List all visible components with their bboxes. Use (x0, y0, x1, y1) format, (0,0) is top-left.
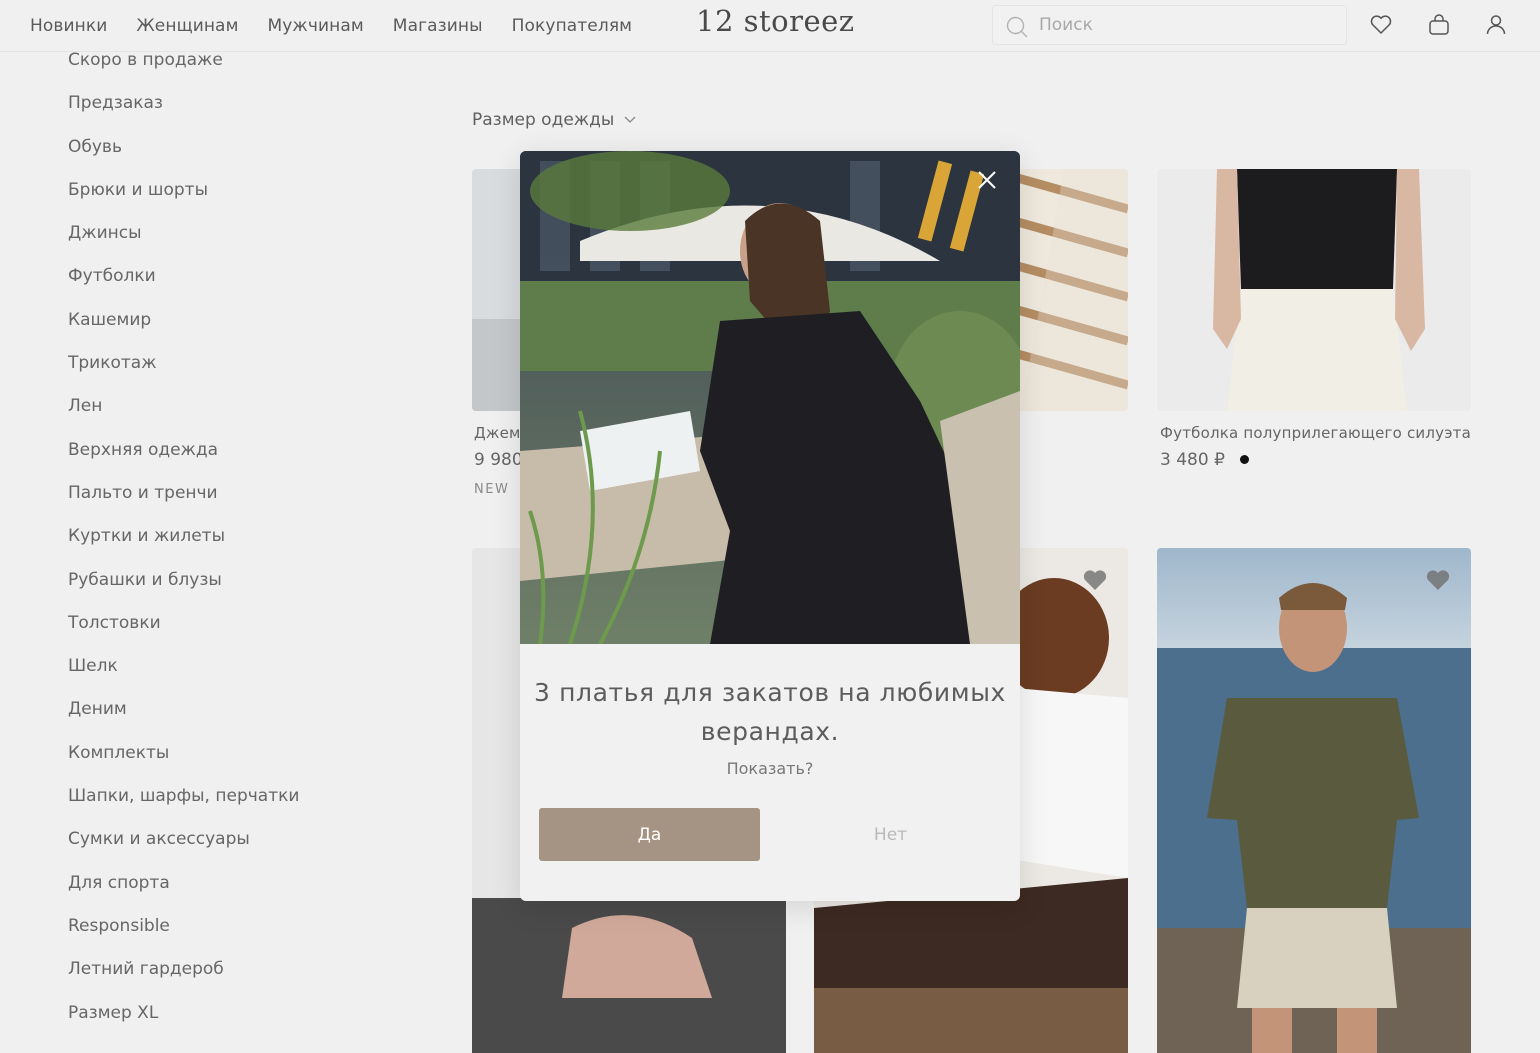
nav-new[interactable]: Новинки (30, 16, 107, 36)
sidebar-item-summer[interactable]: Летний гардероб (68, 957, 398, 1000)
product-price: 3 480 ₽ (1160, 450, 1225, 470)
product-price: 9 980 (474, 450, 523, 470)
nav-women[interactable]: Женщинам (136, 16, 238, 36)
product-card-6[interactable] (1157, 548, 1471, 1053)
sidebar-item-tshirts[interactable]: Футболки (68, 264, 398, 307)
product-name[interactable]: Джем (474, 424, 521, 442)
yes-button[interactable]: Да (539, 808, 760, 861)
site-header: Новинки Женщинам Мужчинам Магазины Покуп… (0, 0, 1540, 52)
sidebar-item-silk[interactable]: Шелк (68, 654, 398, 697)
site-logo[interactable]: 12 storeez (696, 4, 855, 38)
sidebar-item-sport[interactable]: Для спорта (68, 871, 398, 914)
bag-icon[interactable] (1426, 12, 1452, 38)
nav-men[interactable]: Мужчинам (268, 16, 364, 36)
search-box (992, 5, 1347, 45)
promo-modal: 3 платья для закатов на любимых верандах… (520, 151, 1020, 901)
sidebar-item-jeans[interactable]: Джинсы (68, 221, 398, 264)
product-card-3[interactable] (1157, 169, 1471, 411)
search-input[interactable] (1039, 6, 1329, 44)
favorite-heart-icon[interactable] (1425, 568, 1451, 592)
sidebar-item-bags-accessories[interactable]: Сумки и аксессуары (68, 827, 398, 870)
favorite-heart-icon[interactable] (1082, 568, 1108, 592)
promo-title: 3 платья для закатов на любимых верандах… (534, 678, 1006, 746)
sidebar-item-sets[interactable]: Комплекты (68, 741, 398, 784)
sidebar-item-knitwear[interactable]: Трикотаж (68, 351, 398, 394)
nav-customers[interactable]: Покупателям (512, 16, 632, 36)
sidebar-item-jackets[interactable]: Куртки и жилеты (68, 524, 398, 567)
close-icon[interactable] (972, 165, 1002, 195)
size-filter-dropdown[interactable]: Размер одежды (472, 110, 636, 130)
sidebar-item-hats-scarves[interactable]: Шапки, шарфы, перчатки (68, 784, 398, 827)
sidebar-item-coats[interactable]: Пальто и тренчи (68, 481, 398, 524)
product-photo[interactable] (1157, 548, 1471, 1053)
heart-icon[interactable] (1368, 12, 1394, 38)
sidebar-item-trousers-shorts[interactable]: Брюки и шорты (68, 178, 398, 221)
promo-subtitle: Показать? (726, 759, 814, 778)
size-filter-label: Размер одежды (472, 110, 615, 130)
search-icon[interactable] (1005, 15, 1029, 39)
product-photo[interactable] (1157, 169, 1471, 411)
new-badge: NEW (474, 482, 510, 497)
nav-stores[interactable]: Магазины (393, 16, 483, 36)
sidebar-item-shoes[interactable]: Обувь (68, 135, 398, 178)
sidebar-item-size-xl[interactable]: Размер XL (68, 1001, 398, 1044)
color-swatch-black[interactable] (1240, 455, 1249, 464)
sidebar-item-preorder[interactable]: Предзаказ (68, 91, 398, 134)
category-sidebar: Скоро в продаже Предзаказ Обувь Брюки и … (68, 48, 398, 1044)
no-button[interactable]: Нет (780, 808, 1001, 861)
sidebar-item-cashmere[interactable]: Кашемир (68, 308, 398, 351)
user-icon[interactable] (1483, 12, 1509, 38)
sidebar-item-outerwear[interactable]: Верхняя одежда (68, 438, 398, 481)
sidebar-item-linen[interactable]: Лен (68, 394, 398, 437)
promo-image (520, 151, 1020, 644)
main-nav: Новинки Женщинам Мужчинам Магазины Покуп… (30, 0, 661, 52)
chevron-down-icon (624, 116, 636, 123)
sidebar-item-sweatshirts[interactable]: Толстовки (68, 611, 398, 654)
sidebar-item-denim[interactable]: Деним (68, 697, 398, 740)
sidebar-item-coming-soon[interactable]: Скоро в продаже (68, 48, 398, 91)
sidebar-item-responsible[interactable]: Responsible (68, 914, 398, 957)
product-name[interactable]: Футболка полуприлегающего силуэта (1160, 424, 1471, 442)
sidebar-item-shirts[interactable]: Рубашки и блузы (68, 568, 398, 611)
